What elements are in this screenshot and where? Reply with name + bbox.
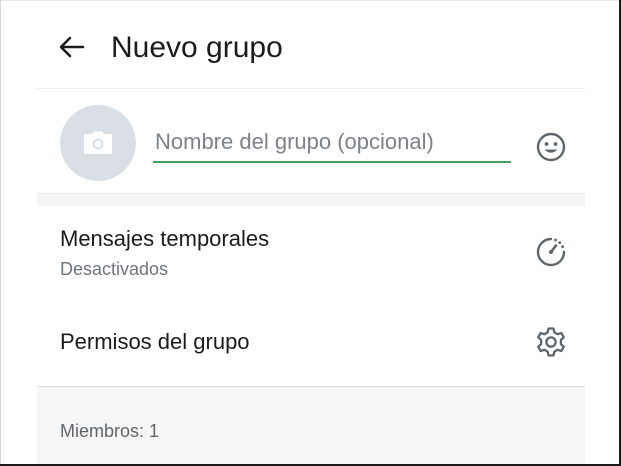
group-name-input[interactable]: [153, 127, 511, 163]
arrow-left-icon: [59, 36, 85, 58]
smiley-icon: [536, 132, 566, 162]
page-title: Nuevo grupo: [111, 31, 283, 64]
members-section: Miembros: 1: [37, 386, 585, 465]
camera-icon: [84, 131, 112, 154]
group-photo-button[interactable]: [60, 105, 136, 181]
emoji-button[interactable]: [535, 131, 567, 163]
back-button[interactable]: [57, 32, 87, 62]
disappearing-messages-status: Desactivados: [60, 259, 169, 279]
disappearing-messages-label: Mensajes temporales: [60, 226, 270, 251]
group-permissions-label: Permisos del grupo: [60, 329, 250, 354]
frame-left-edge: [0, 0, 1, 466]
members-count: Miembros: 1: [60, 421, 160, 441]
disappearing-messages-icon-wrap: [535, 236, 567, 268]
group-permissions-icon-wrap: [535, 326, 567, 358]
group-permissions-row[interactable]: Permisos del grupo: [37, 298, 585, 386]
timer-icon: [536, 237, 566, 267]
group-name-section: [37, 89, 585, 193]
gear-icon: [537, 327, 565, 357]
section-divider: [37, 193, 585, 206]
app-header: Nuevo grupo: [37, 0, 585, 89]
disappearing-messages-row[interactable]: Mensajes temporales Desactivados: [37, 206, 585, 298]
